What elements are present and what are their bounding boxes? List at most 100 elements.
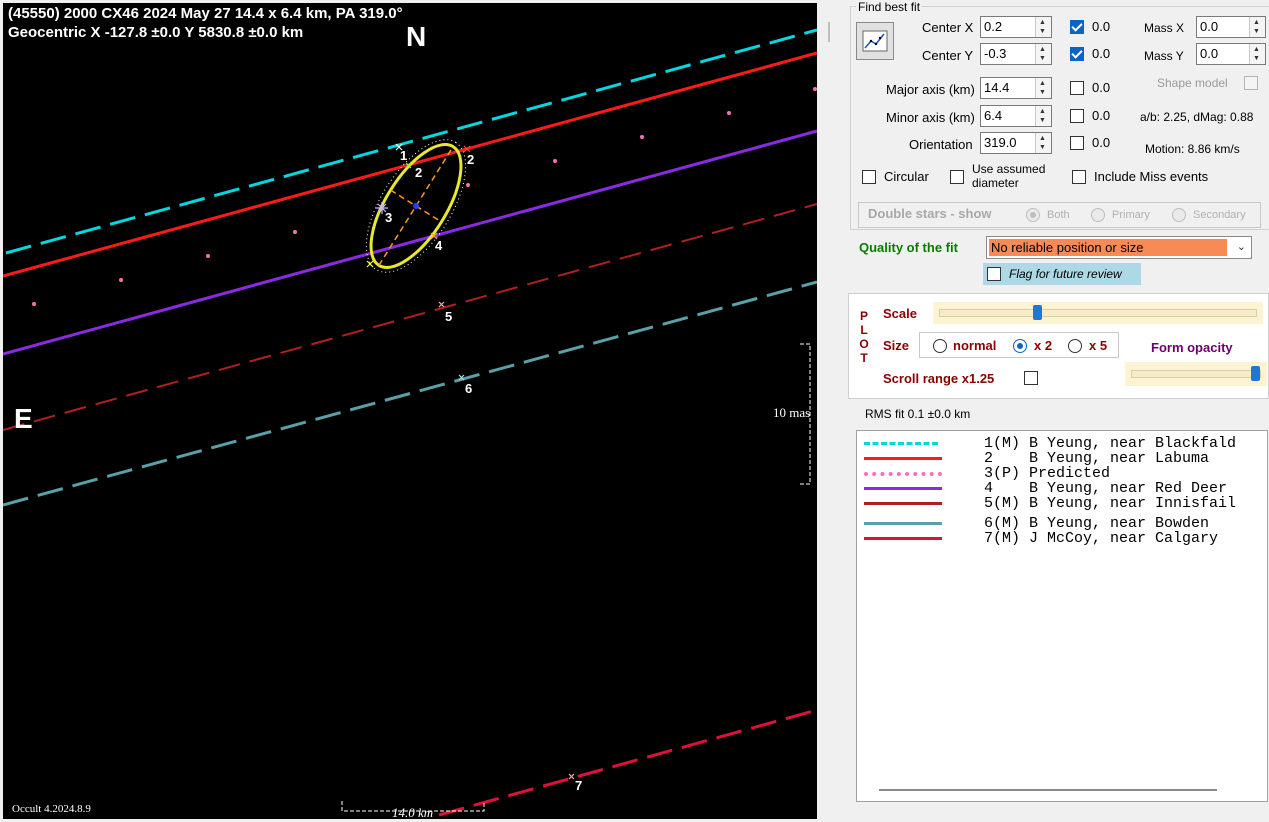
- legend-scrollbar[interactable]: [879, 789, 1217, 791]
- ellipse-label-1: 1: [400, 148, 408, 163]
- use-assumed-diameter-label: Use assumed diameter: [972, 162, 1046, 190]
- legend-swatch: [864, 442, 938, 445]
- double-stars-both-label: Both: [1047, 209, 1070, 221]
- north-label: N: [406, 21, 427, 52]
- plot-geocentric-line: Geocentric X -127.8 ±0.0 Y 5830.8 ±0.0 k…: [8, 24, 304, 41]
- circular-checkbox[interactable]: [862, 170, 876, 184]
- plot-canvas: [3, 28, 817, 817]
- legend-row: 3(P) Predicted: [857, 465, 1267, 482]
- minor-axis-fit-value: 0.0: [1092, 108, 1111, 123]
- chord-label-7: 7: [575, 778, 583, 793]
- size-x2-radio[interactable]: [1013, 339, 1027, 353]
- use-assumed-diameter-checkbox[interactable]: [950, 170, 964, 184]
- quality-select[interactable]: No reliable position or size ⌄: [986, 236, 1252, 259]
- major-axis-fit-checkbox[interactable]: [1070, 81, 1084, 95]
- occultation-plot[interactable]: (45550) 2000 CX46 2024 May 27 14.4 x 6.4…: [3, 3, 817, 819]
- center-x-input[interactable]: 0.2 ▲ ▼: [980, 16, 1052, 38]
- motion-text: Motion: 8.86 km/s: [1145, 142, 1240, 156]
- scroll-range-checkbox[interactable]: [1024, 371, 1038, 385]
- shape-model-checkbox[interactable]: [1244, 76, 1258, 90]
- size-x2-label: x 2: [1034, 338, 1053, 353]
- flag-review-checkbox[interactable]: [987, 267, 1001, 281]
- center-x-fit-checkbox[interactable]: [1070, 20, 1084, 34]
- plot-title: (45550) 2000 CX46 2024 May 27 14.4 x 6.4…: [8, 5, 403, 22]
- ab-dmag-text: a/b: 2.25, dMag: 0.88: [1140, 110, 1254, 124]
- legend-swatch: [864, 472, 942, 476]
- quality-label: Quality of the fit: [859, 240, 958, 255]
- ellipse-label-4: 4: [435, 238, 443, 253]
- scale-label: Scale: [883, 306, 917, 321]
- opacity-slider[interactable]: [1125, 362, 1267, 386]
- mass-x-label: Mass X: [1144, 21, 1185, 35]
- double-stars-label: Double stars - show: [868, 206, 992, 221]
- opacity-slider-track: [1131, 370, 1261, 378]
- find-best-fit-label: Find best fit: [856, 0, 923, 14]
- predicted-path: [32, 87, 817, 306]
- major-axis-label: Major axis (km): [886, 82, 975, 97]
- center-y-label: Center Y: [922, 48, 974, 63]
- legend-swatch: [864, 502, 942, 505]
- center-y-input[interactable]: -0.3 ▲ ▼: [980, 43, 1052, 65]
- scale-slider-thumb[interactable]: [1032, 305, 1042, 320]
- minor-axis-fit-checkbox[interactable]: [1070, 109, 1084, 123]
- fit-button[interactable]: [856, 22, 894, 60]
- orientation-label: Orientation: [909, 137, 973, 152]
- legend-text: 7(M) J McCoy, near Calgary: [975, 530, 1219, 547]
- legend-text: 5(M) B Yeung, near Innisfail: [975, 495, 1237, 512]
- circular-label: Circular: [884, 169, 929, 184]
- legend-swatch: [864, 522, 942, 525]
- double-stars-primary-radio[interactable]: [1091, 208, 1105, 222]
- orientation-fit-checkbox[interactable]: [1070, 136, 1084, 150]
- line-chart-icon: [862, 30, 888, 52]
- plot-settings-section: P L O T Scale Size normal x 2 x 5 Form o…: [848, 293, 1269, 399]
- size-x5-label: x 5: [1089, 338, 1108, 353]
- center-x-label: Center X: [922, 20, 974, 35]
- legend-row: 2 B Yeung, near Labuma: [857, 450, 1267, 467]
- size-normal-label: normal: [953, 338, 997, 353]
- chord-label-5: 5: [445, 309, 453, 324]
- splitter-handle[interactable]: [828, 22, 830, 42]
- legend-swatch: [864, 457, 942, 460]
- rms-fit-text: RMS fit 0.1 ±0.0 km: [865, 407, 971, 421]
- chord-6-line: [3, 280, 817, 507]
- legend-row: 6(M) B Yeung, near Bowden: [857, 515, 1267, 532]
- flag-review-label: Flag for future review: [1009, 267, 1122, 281]
- major-axis-input[interactable]: 14.4 ▲ ▼: [980, 77, 1052, 99]
- scale-slider[interactable]: [933, 302, 1263, 324]
- legend-swatch: [864, 487, 942, 490]
- chevron-down-icon: ⌄: [1236, 241, 1246, 253]
- major-axis-fit-value: 0.0: [1092, 80, 1111, 95]
- double-stars-secondary-label: Secondary: [1193, 209, 1246, 221]
- double-stars-secondary-radio[interactable]: [1172, 208, 1186, 222]
- ellipse-label-3: 3: [385, 210, 393, 225]
- size-normal-radio[interactable]: [933, 339, 947, 353]
- mass-y-input[interactable]: 0.0 ▲ ▼: [1196, 43, 1266, 65]
- size-label: Size: [883, 338, 910, 353]
- event-markers: [366, 143, 575, 780]
- shape-model-label: Shape model: [1157, 76, 1228, 90]
- ellipse-label-2b: 2: [467, 152, 475, 167]
- east-label: E: [14, 403, 33, 434]
- orientation-input[interactable]: 319.0 ▲ ▼: [980, 132, 1052, 154]
- mass-y-label: Mass Y: [1144, 49, 1184, 63]
- center-x-fit-value: 0.0: [1092, 19, 1111, 34]
- center-y-fit-value: 0.0: [1092, 46, 1111, 61]
- legend-row: 7(M) J McCoy, near Calgary: [857, 530, 1267, 547]
- mass-x-input[interactable]: 0.0 ▲ ▼: [1196, 16, 1266, 38]
- plot-vertical-label: P L O T: [859, 309, 869, 365]
- chord-1-line: [5, 28, 817, 255]
- double-stars-both-radio[interactable]: [1026, 208, 1040, 222]
- include-miss-checkbox[interactable]: [1072, 170, 1086, 184]
- legend-row: 5(M) B Yeung, near Innisfail: [857, 495, 1267, 512]
- ellipse-label-2a: 2: [415, 165, 423, 180]
- minor-axis-input[interactable]: 6.4 ▲ ▼: [980, 105, 1052, 127]
- chord-5-line: [3, 203, 817, 431]
- minor-axis-label: Minor axis (km): [886, 110, 975, 125]
- size-x5-radio[interactable]: [1068, 339, 1082, 353]
- legend-swatch: [864, 537, 942, 540]
- form-opacity-label: Form opacity: [1151, 340, 1233, 355]
- opacity-slider-thumb[interactable]: [1251, 366, 1261, 381]
- observer-legend[interactable]: 1(M) B Yeung, near Blackfald 2 B Yeung, …: [856, 430, 1268, 802]
- double-stars-primary-label: Primary: [1112, 209, 1150, 221]
- center-y-fit-checkbox[interactable]: [1070, 47, 1084, 61]
